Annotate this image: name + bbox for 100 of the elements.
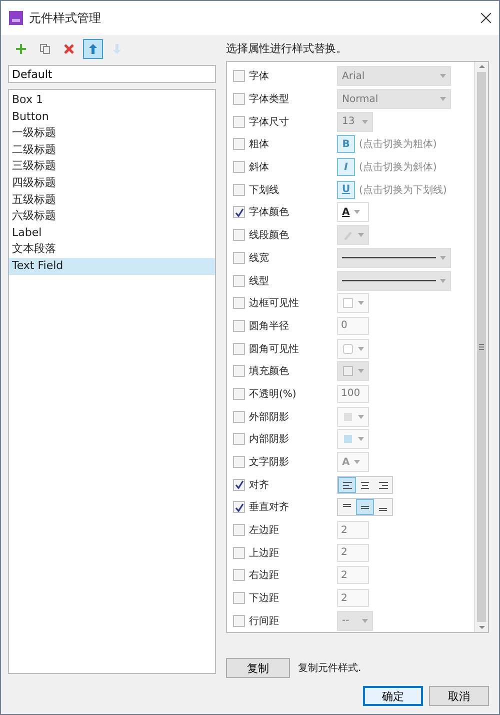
style-list-item[interactable]: 三级标题 xyxy=(9,158,215,175)
property-label: 粗体 xyxy=(249,138,270,152)
caret-icon xyxy=(362,618,368,623)
scroll-up-icon[interactable] xyxy=(478,62,484,70)
style-list-item[interactable]: 二级标题 xyxy=(9,142,215,158)
caret-icon xyxy=(354,460,360,464)
checkbox[interactable] xyxy=(233,70,245,82)
property-label: 对齐 xyxy=(249,478,270,492)
checkbox[interactable] xyxy=(233,365,245,378)
copy-button[interactable]: 复制 xyxy=(226,658,290,678)
property-label: 文字阴影 xyxy=(249,456,290,470)
app-icon xyxy=(9,11,23,25)
delete-icon xyxy=(63,43,75,55)
close-icon[interactable] xyxy=(481,13,491,23)
color-dropdown[interactable] xyxy=(337,429,369,450)
checkbox[interactable] xyxy=(233,410,245,423)
style-list-item[interactable]: Button xyxy=(9,108,215,126)
align-button[interactable] xyxy=(374,499,392,516)
align-button[interactable] xyxy=(356,499,374,516)
checkbox[interactable] xyxy=(233,184,245,196)
checkbox[interactable] xyxy=(233,433,245,446)
line-select[interactable] xyxy=(337,270,451,291)
fill-swatch-icon xyxy=(342,365,354,378)
toggle-hint: (点击切换为下划线) xyxy=(359,184,447,197)
checkbox[interactable] xyxy=(233,501,245,514)
align-button[interactable] xyxy=(338,476,356,493)
cancel-button[interactable]: 取消 xyxy=(429,686,489,706)
checkbox[interactable] xyxy=(233,252,245,264)
checkbox[interactable] xyxy=(233,614,245,627)
caret-icon xyxy=(358,301,364,306)
toggle-hint: (点击切换为粗体) xyxy=(359,138,437,152)
align-button[interactable] xyxy=(356,476,374,493)
property-label: 边框可见性 xyxy=(249,296,300,310)
line-select[interactable] xyxy=(337,248,451,268)
color-dropdown[interactable] xyxy=(337,293,369,314)
property-label: 内部阴影 xyxy=(249,432,290,446)
checkbox[interactable] xyxy=(233,524,245,536)
checkbox[interactable] xyxy=(233,138,245,150)
style-list-item[interactable]: 五级标题 xyxy=(9,192,215,208)
toolbar-button[interactable] xyxy=(83,39,103,59)
style-list-item[interactable]: Box 1 xyxy=(9,92,215,109)
style-list-item[interactable]: 六级标题 xyxy=(9,208,215,225)
property-label: 垂直对齐 xyxy=(249,500,290,514)
number-field[interactable]: 2 xyxy=(337,521,369,540)
number-field[interactable]: 0 xyxy=(337,316,369,335)
align-right-icon xyxy=(378,480,388,490)
inner-shadow-icon xyxy=(342,433,354,446)
checkbox[interactable] xyxy=(233,569,245,582)
number-field[interactable]: 2 xyxy=(337,589,369,608)
checkbox[interactable] xyxy=(233,388,245,400)
color-dropdown[interactable] xyxy=(337,225,369,246)
property-label: 下边距 xyxy=(249,592,280,606)
property-label: 行间距 xyxy=(249,614,280,628)
style-name-field[interactable]: Default xyxy=(8,65,216,83)
number-field[interactable]: 2 xyxy=(337,566,369,584)
scrollbar[interactable] xyxy=(474,62,488,632)
caret-icon xyxy=(354,210,360,214)
checkmark-icon xyxy=(234,480,244,490)
align-button[interactable] xyxy=(374,476,392,493)
checkbox[interactable] xyxy=(233,274,245,287)
checkbox[interactable] xyxy=(233,229,245,242)
align-center-icon xyxy=(360,480,370,490)
checkbox[interactable] xyxy=(233,320,245,332)
align-left-icon xyxy=(342,480,352,490)
style-list-item[interactable]: 四级标题 xyxy=(9,174,215,192)
checkbox[interactable] xyxy=(233,478,245,491)
instruction-text: 选择属性进行样式替换。 xyxy=(226,41,348,57)
caret-icon xyxy=(362,120,368,124)
border-icon xyxy=(342,297,354,310)
checkbox[interactable] xyxy=(233,546,245,559)
align-button[interactable] xyxy=(338,499,356,516)
color-dropdown[interactable] xyxy=(337,406,369,427)
checkbox[interactable] xyxy=(233,297,245,310)
checkbox[interactable] xyxy=(233,592,245,604)
number-field[interactable]: 100 xyxy=(337,384,369,403)
number-field[interactable]: 2 xyxy=(337,544,369,562)
property-label: 圆角可见性 xyxy=(249,342,300,356)
checkbox[interactable] xyxy=(233,456,245,468)
style-list-item[interactable]: 一级标题 xyxy=(9,125,215,142)
ok-button[interactable]: 确定 xyxy=(363,686,423,706)
style-list-item[interactable]: 文本段落 xyxy=(9,241,215,258)
checkbox[interactable] xyxy=(233,93,245,106)
font-color-dropdown[interactable]: A xyxy=(337,202,369,222)
caret-icon xyxy=(358,369,364,374)
checkmark-icon xyxy=(234,502,244,512)
style-list-item[interactable]: Label xyxy=(9,224,215,242)
style-list-item[interactable]: Text Field xyxy=(9,258,215,275)
property-label: 字体类型 xyxy=(249,92,290,106)
checkbox[interactable] xyxy=(233,206,245,218)
down-arrow-icon xyxy=(111,43,123,55)
caret-icon xyxy=(440,256,446,260)
checkbox[interactable] xyxy=(233,161,245,174)
color-dropdown[interactable] xyxy=(337,338,369,359)
checkbox[interactable] xyxy=(233,116,245,128)
add-icon xyxy=(15,43,27,55)
shadow-icon xyxy=(342,410,354,423)
scroll-down-icon[interactable] xyxy=(478,624,484,632)
checkbox[interactable] xyxy=(233,342,245,355)
copy-icon xyxy=(39,43,51,55)
color-dropdown[interactable] xyxy=(337,361,369,382)
